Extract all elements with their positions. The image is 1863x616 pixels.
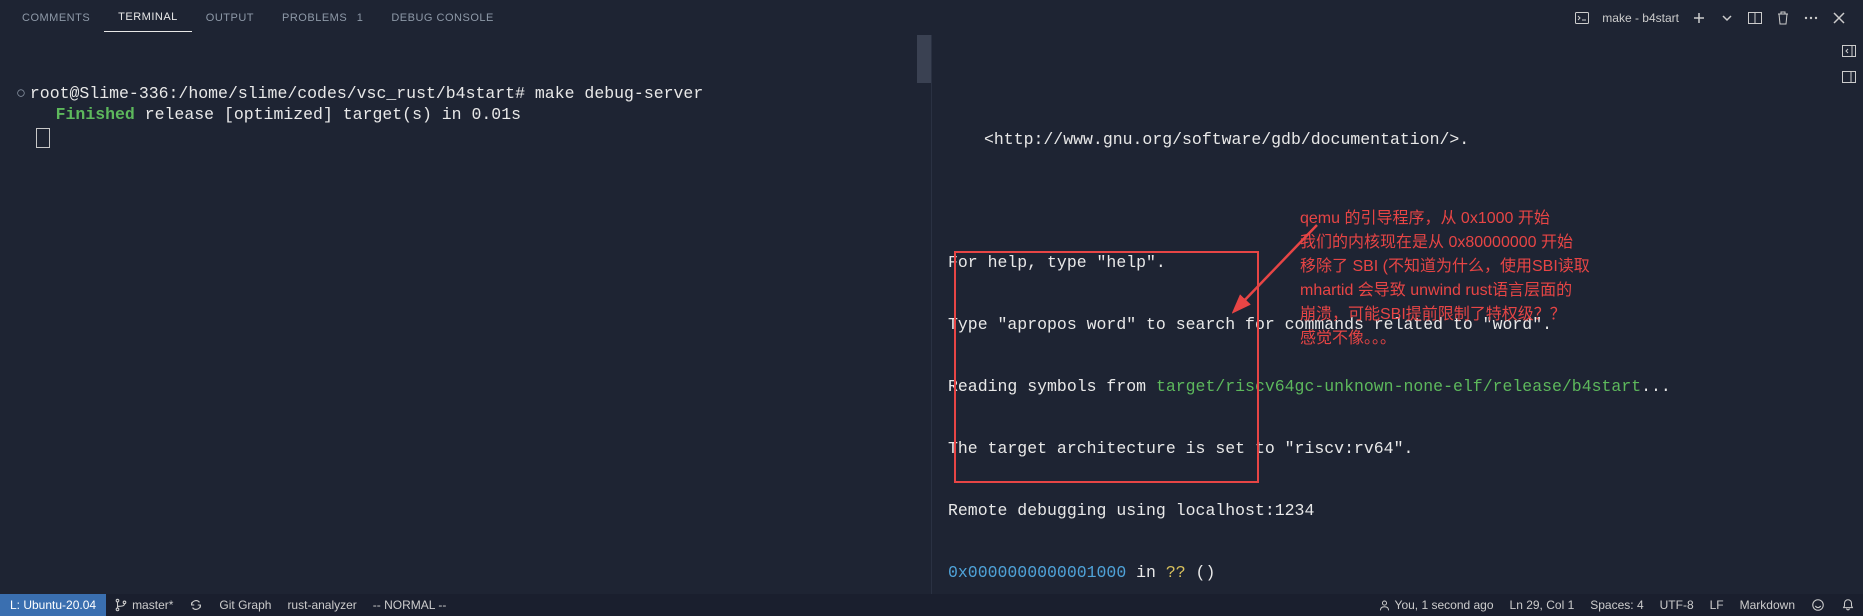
status-blame[interactable]: You, 1 second ago: [1370, 598, 1502, 612]
prompt-indicator: ○: [16, 84, 26, 103]
entry-addr: 0x0000000000001000: [948, 563, 1126, 582]
terminal-pane-left[interactable]: ○root@Slime-336:/home/slime/codes/vsc_ru…: [0, 35, 932, 594]
tab-problems[interactable]: PROBLEMS 1: [268, 4, 377, 32]
gdb-url: <http://www.gnu.org/software/gdb/documen…: [984, 130, 1469, 149]
anno-l5: 崩溃，可能SBI提前限制了特权级？？: [1300, 303, 1630, 327]
anno-l4: mhartid 会导致 unwind rust语言层面的: [1300, 279, 1630, 303]
scrollbar[interactable]: [917, 35, 931, 83]
entry-qq: ??: [1166, 563, 1186, 582]
entry-paren: (): [1186, 563, 1216, 582]
anno-l3: 移除了 SBI (不知道为什么，使用SBI读取: [1300, 255, 1630, 279]
status-git-graph[interactable]: Git Graph: [211, 594, 279, 616]
shell-command: make debug-server: [535, 84, 703, 103]
annotation-box: [954, 251, 1259, 483]
terminal-pane-right[interactable]: <http://www.gnu.org/software/gdb/documen…: [932, 35, 1863, 594]
problems-badge: 1: [357, 12, 364, 24]
status-eol[interactable]: LF: [1702, 598, 1732, 612]
status-branch-label: master*: [132, 598, 173, 612]
status-encoding[interactable]: UTF-8: [1652, 598, 1702, 612]
terminal-icon[interactable]: [1574, 10, 1590, 26]
status-branch[interactable]: master*: [106, 594, 181, 616]
entry-in: in: [1126, 563, 1166, 582]
tab-output[interactable]: OUTPUT: [192, 4, 268, 32]
chevron-down-icon[interactable]: [1719, 10, 1735, 26]
status-remote[interactable]: L: Ubuntu-20.04: [0, 594, 106, 616]
tab-comments[interactable]: COMMENTS: [8, 4, 104, 32]
status-spaces[interactable]: Spaces: 4: [1582, 598, 1651, 612]
more-icon[interactable]: [1803, 10, 1819, 26]
gdb-remote: Remote debugging using localhost:1234: [948, 501, 1847, 522]
sidebar-layout-icon[interactable]: [1841, 69, 1857, 85]
status-vim-mode: -- NORMAL --: [365, 594, 455, 616]
cursor: [36, 128, 50, 148]
read-sym-suffix: ...: [1641, 377, 1671, 396]
finished-rest: release [optimized] target(s) in 0.01s: [135, 105, 521, 124]
status-lang[interactable]: Markdown: [1732, 598, 1803, 612]
tab-terminal[interactable]: TERMINAL: [104, 3, 192, 32]
status-sync[interactable]: [181, 594, 211, 616]
tab-problems-label: PROBLEMS: [282, 12, 347, 24]
status-rust-analyzer[interactable]: rust-analyzer: [279, 594, 364, 616]
anno-l1: qemu 的引导程序，从 0x1000 开始: [1300, 207, 1630, 231]
anno-l2: 我们的内核现在是从 0x80000000 开始: [1300, 231, 1630, 255]
annotation-text: qemu 的引导程序，从 0x1000 开始 我们的内核现在是从 0x80000…: [1300, 207, 1630, 351]
split-terminal-icon[interactable]: [1747, 10, 1763, 26]
finished-word: Finished: [56, 105, 135, 124]
status-blame-label: You, 1 second ago: [1395, 598, 1494, 612]
status-bell-icon[interactable]: [1833, 598, 1863, 612]
terminal-title: make - b4start: [1602, 11, 1679, 25]
tab-debug-console[interactable]: DEBUG CONSOLE: [377, 4, 507, 32]
anno-l6: 感觉不像。。。: [1300, 327, 1630, 351]
trash-icon[interactable]: [1775, 10, 1791, 26]
status-feedback-icon[interactable]: [1803, 598, 1833, 612]
shell-prompt: root@Slime-336:/home/slime/codes/vsc_rus…: [30, 84, 525, 103]
status-cursor-pos[interactable]: Ln 29, Col 1: [1502, 598, 1583, 612]
sidebar-expand-icon[interactable]: [1841, 43, 1857, 59]
add-terminal-icon[interactable]: [1691, 10, 1707, 26]
close-panel-icon[interactable]: [1831, 10, 1847, 26]
